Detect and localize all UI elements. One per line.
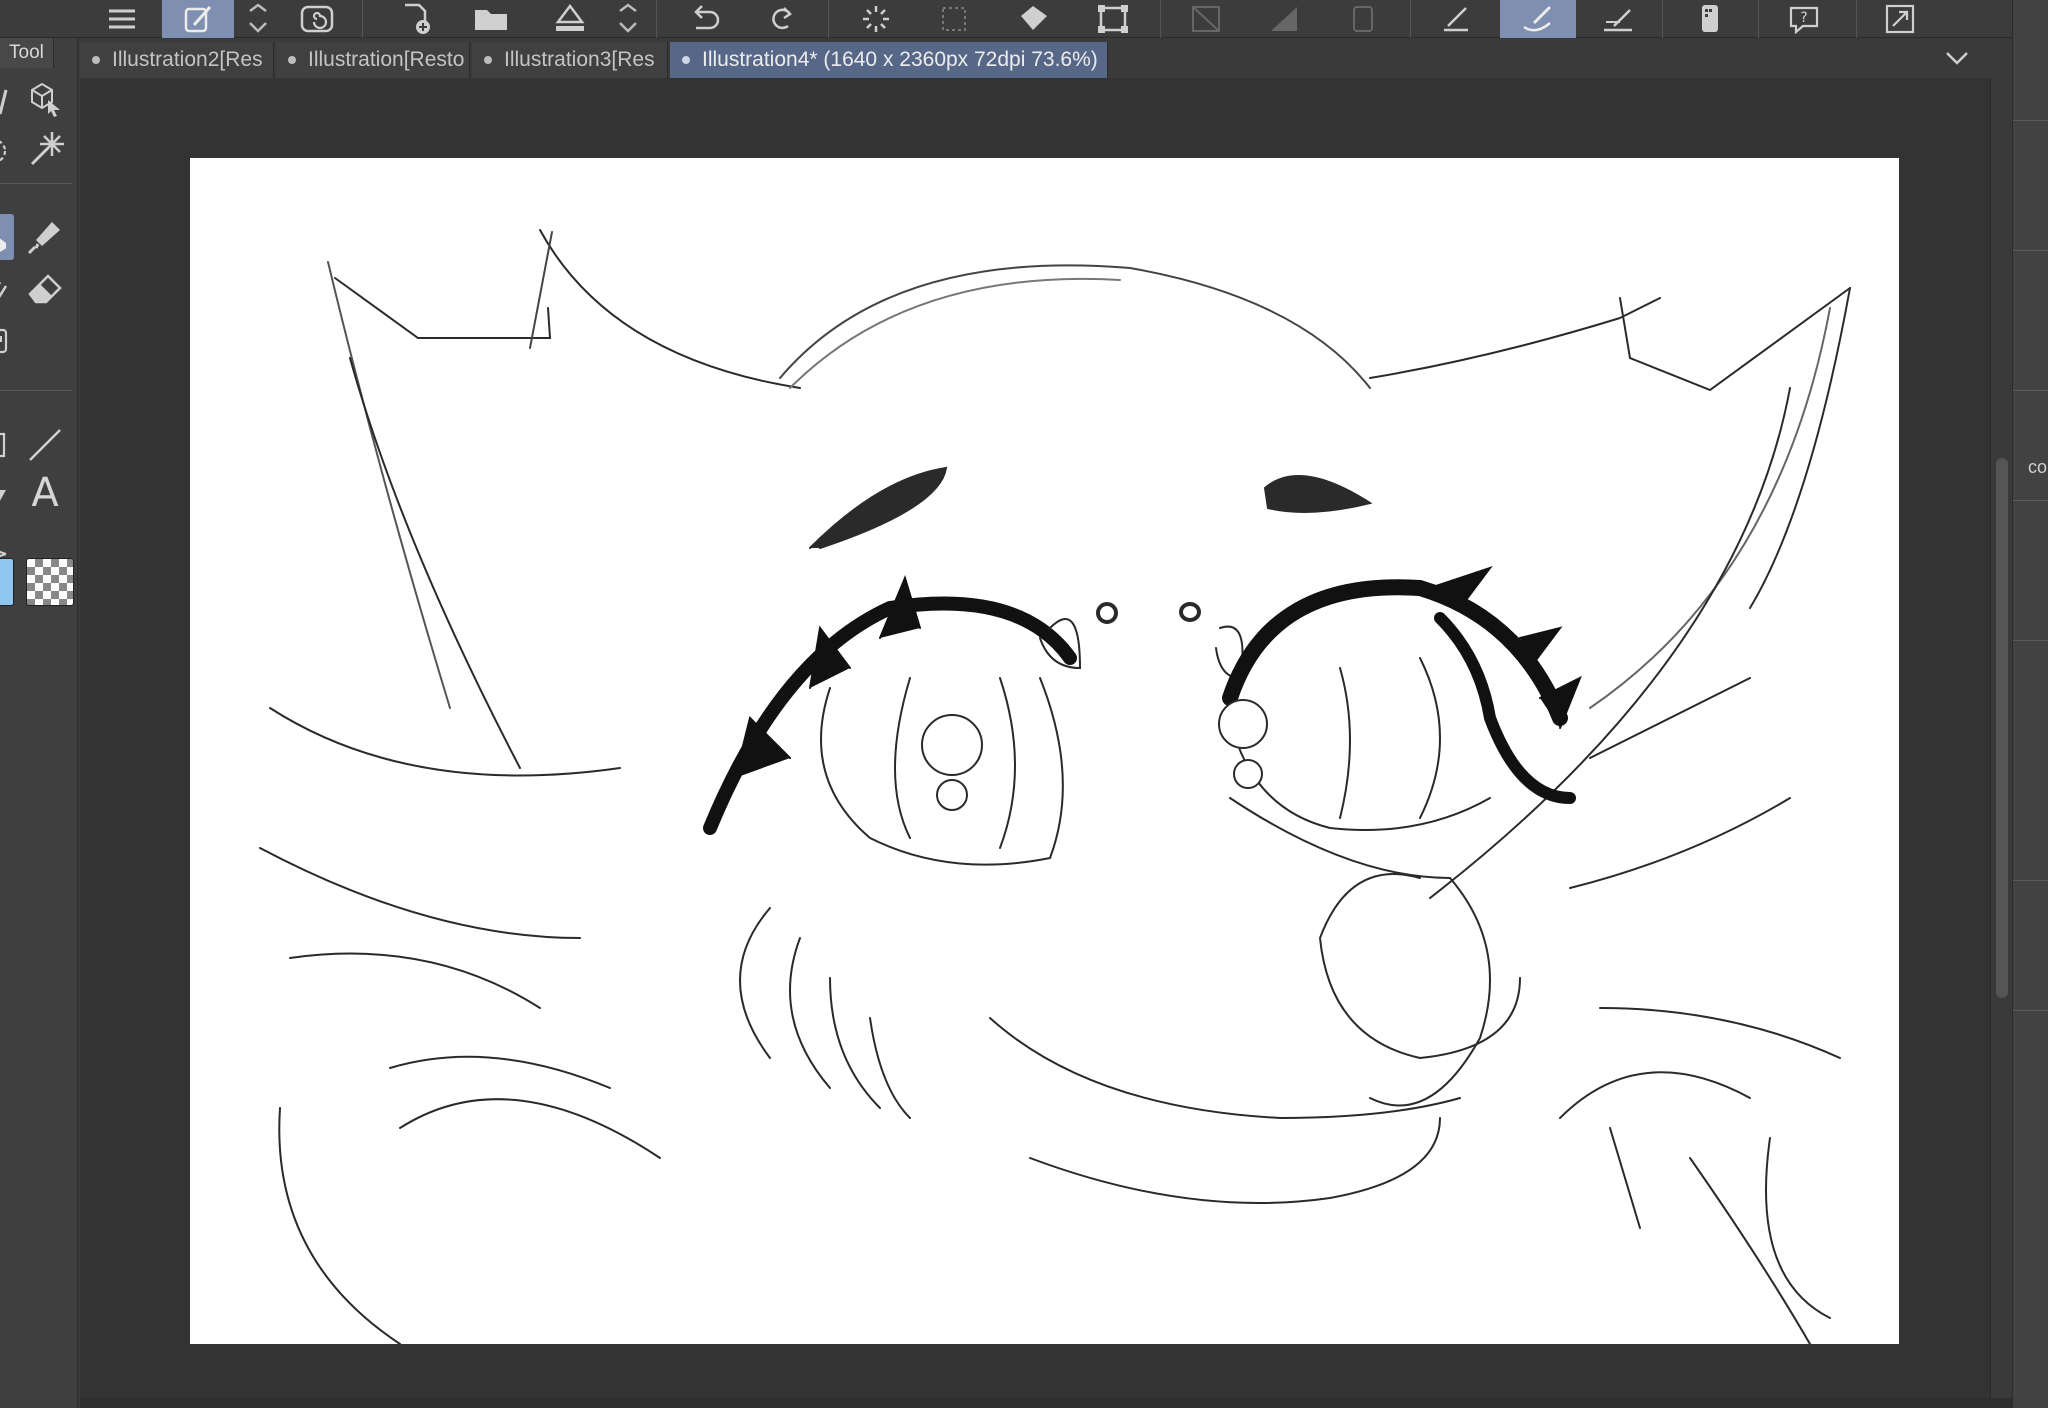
- eraser-icon[interactable]: [22, 266, 68, 312]
- brush-stroke-icon[interactable]: [1500, 0, 1576, 38]
- doc-tab-label: Illustration3[Res: [504, 48, 655, 71]
- doc-tab-illustration[interactable]: Illustration[Resto: [276, 42, 470, 78]
- help-icon[interactable]: ?: [1776, 0, 1832, 38]
- clear-selection-icon[interactable]: [930, 0, 978, 38]
- airbrush-partial-icon[interactable]: [0, 266, 24, 312]
- undo-icon[interactable]: [680, 0, 730, 38]
- status-bar: [80, 1398, 2012, 1408]
- line-icon[interactable]: [22, 422, 68, 468]
- doc-tab-label: Illustration2[Res: [112, 48, 263, 71]
- scrollbar-thumb[interactable]: [1996, 458, 2008, 998]
- chevron-down-icon[interactable]: [1944, 48, 1970, 73]
- command-bar: ?: [0, 0, 2048, 38]
- save-icon[interactable]: [546, 0, 594, 38]
- doc-tab-illustration2[interactable]: Illustration2[Res: [80, 42, 274, 78]
- ruler-off-icon[interactable]: [1180, 0, 1232, 38]
- frame-icon[interactable]: [1338, 0, 1388, 38]
- edit-brush-icon[interactable]: [162, 0, 234, 38]
- brush-partial-icon[interactable]: [0, 214, 14, 260]
- tool-panel-tab-label: Tool: [9, 42, 44, 63]
- right-panel-collapsed: co: [2012, 0, 2048, 1408]
- chevron-updown-icon-2[interactable]: [610, 0, 646, 38]
- marker-icon[interactable]: [22, 214, 68, 260]
- svg-text:?: ?: [1800, 10, 1807, 26]
- doc-tab-label: Illustration4* (1640 x 2360px 72dpi 73.6…: [702, 48, 1098, 71]
- transparent-color-swatch[interactable]: [26, 558, 74, 606]
- tab-dot: [92, 56, 100, 64]
- tab-dot: [484, 56, 492, 64]
- tool-panel-tab[interactable]: Tool: [0, 38, 54, 68]
- doc-tab-illustration4[interactable]: Illustration4* (1640 x 2360px 72dpi 73.6…: [670, 42, 1108, 78]
- gradient-icon[interactable]: [1258, 0, 1310, 38]
- main-color-swatch[interactable]: [0, 558, 14, 606]
- magic-wand-icon[interactable]: [22, 126, 68, 172]
- triangle-partial-icon[interactable]: [0, 476, 24, 522]
- sketch-drawing: [259, 229, 1851, 1344]
- lasso-partial-icon[interactable]: [0, 128, 24, 174]
- pen-partial-icon[interactable]: [0, 78, 24, 124]
- canvas-area[interactable]: [80, 78, 1990, 1398]
- phone-icon[interactable]: [1682, 0, 1738, 38]
- edit-check-icon[interactable]: [1430, 0, 1486, 38]
- figure-partial-icon[interactable]: [0, 318, 24, 364]
- loading-spinner-icon[interactable]: [852, 0, 900, 38]
- drawing-canvas[interactable]: [190, 158, 1899, 1344]
- redo-icon[interactable]: [758, 0, 808, 38]
- tool-panel: Tool A: [0, 38, 78, 1408]
- vertical-scrollbar[interactable]: [1990, 78, 2012, 1398]
- fill-icon[interactable]: [1008, 0, 1060, 38]
- expand-icon[interactable]: [1872, 0, 1928, 38]
- new-file-icon[interactable]: [392, 0, 440, 38]
- doc-tab-illustration3[interactable]: Illustration3[Res: [472, 42, 668, 78]
- chevron-updown-icon[interactable]: [240, 0, 276, 38]
- ruler-pen-icon[interactable]: [1590, 0, 1646, 38]
- rect-partial-icon[interactable]: [0, 422, 24, 468]
- right-panel-label: co: [2028, 457, 2048, 477]
- text-tool-glyph: A: [31, 470, 59, 516]
- open-folder-icon[interactable]: [466, 0, 518, 38]
- clip-studio-window: ? Tool A Illustration2[Res Illustration[…: [0, 0, 2048, 1408]
- tab-dot: [682, 56, 690, 64]
- doc-tab-label: Illustration[Resto: [308, 48, 465, 71]
- menu-icon[interactable]: [98, 0, 146, 38]
- text-tool-icon[interactable]: A: [22, 470, 68, 516]
- spiral-icon[interactable]: [292, 0, 342, 38]
- transform-icon[interactable]: [1088, 0, 1138, 38]
- tab-dot: [288, 56, 296, 64]
- 3d-object-icon[interactable]: [22, 76, 68, 122]
- document-tabs: Illustration2[Res Illustration[Resto Ill…: [80, 40, 2000, 78]
